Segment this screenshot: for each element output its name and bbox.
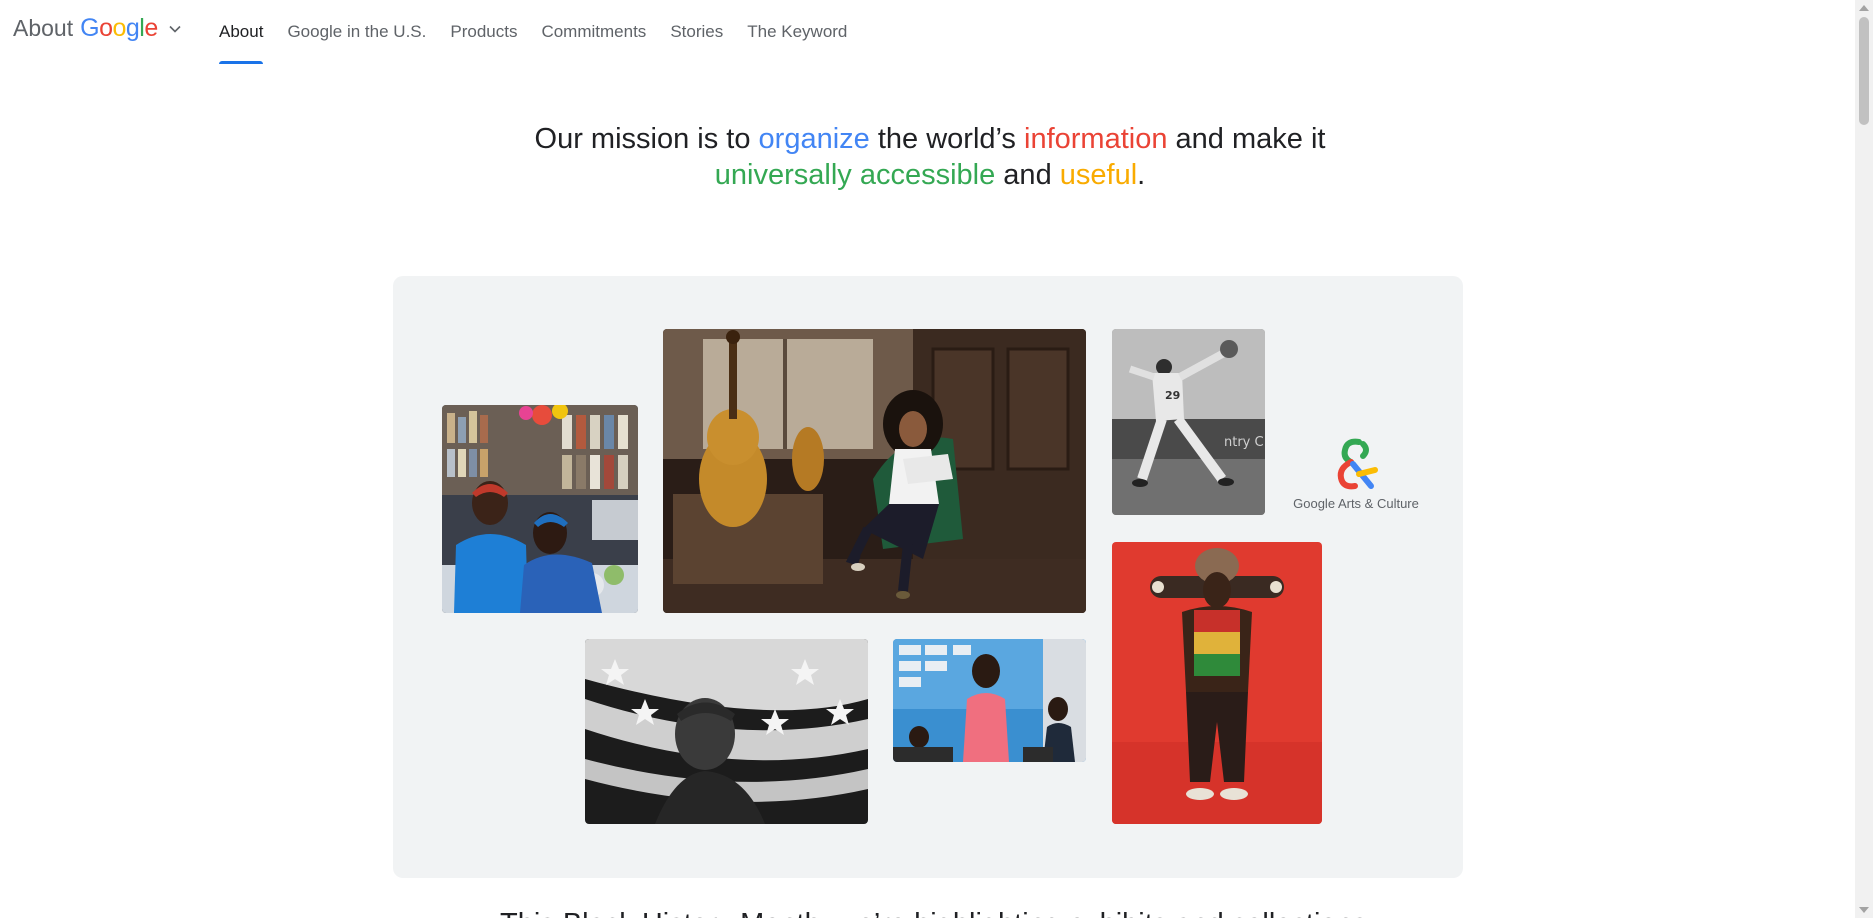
nav-item-commitments[interactable]: Commitments: [541, 0, 646, 64]
cellist-woman-photo[interactable]: [663, 329, 1086, 613]
mission-word-universally-accessible: universally accessible: [714, 159, 996, 191]
baseball-pitcher-photo[interactable]: ntry C 29: [1112, 329, 1265, 515]
section-teaser-text: This Black History Month, we’re highligh…: [500, 908, 1367, 918]
page-scrollbar[interactable]: [1855, 0, 1873, 918]
arts-culture-icon: [1337, 438, 1378, 490]
about-google-menu[interactable]: About Google: [13, 14, 182, 43]
scroll-down-arrow-icon[interactable]: [1859, 907, 1869, 913]
svg-text:29: 29: [1165, 389, 1180, 402]
brand-about-text: About: [13, 15, 74, 41]
nav-item-products[interactable]: Products: [450, 0, 517, 64]
main-nav: About Google in the U.S. Products Commit…: [219, 0, 871, 64]
google-arts-culture-logo[interactable]: Google Arts & Culture: [1286, 436, 1426, 511]
mission-statement: Our mission is to organize the world’s i…: [534, 123, 1326, 191]
nav-item-stories[interactable]: Stories: [670, 0, 723, 64]
nav-item-google-in-us[interactable]: Google in the U.S.: [287, 0, 426, 64]
arts-culture-collage: ntry C 29 Google Arts & Culture: [393, 276, 1463, 878]
mission-word-useful: useful: [1059, 159, 1138, 191]
mission-word-information: information: [1024, 123, 1168, 155]
nav-item-about[interactable]: About: [219, 0, 264, 64]
flag-portrait-photo[interactable]: [585, 639, 868, 824]
market-stall-women-photo[interactable]: [442, 405, 638, 613]
site-header: About Google About Google in the U.S. Pr…: [0, 0, 1855, 64]
scrollbar-thumb[interactable]: [1859, 17, 1869, 125]
scroll-up-arrow-icon[interactable]: [1859, 5, 1869, 11]
chevron-down-icon: [169, 25, 181, 33]
classroom-teacher-photo[interactable]: [893, 639, 1086, 762]
nav-item-the-keyword[interactable]: The Keyword: [747, 0, 847, 64]
arts-culture-label: Google Arts & Culture: [1293, 496, 1419, 511]
skateboarder-red-photo[interactable]: [1112, 542, 1322, 824]
google-logo: Google: [80, 14, 158, 42]
mission-word-organize: organize: [758, 123, 870, 155]
svg-text:ntry C: ntry C: [1224, 435, 1264, 450]
